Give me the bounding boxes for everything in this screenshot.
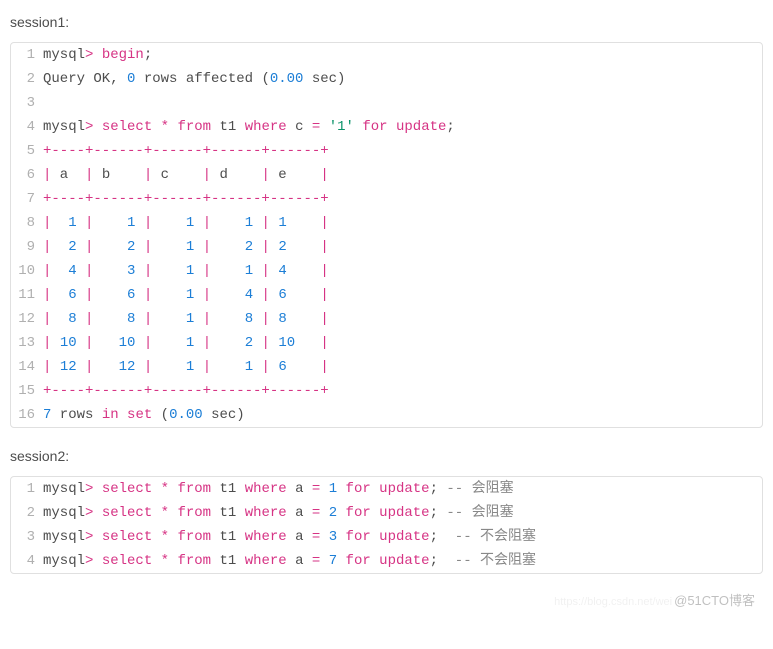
line-number: 4 <box>11 115 43 139</box>
code-content: | 8 | 8 | 1 | 8 | 8 | <box>43 307 762 331</box>
line-number: 4 <box>11 549 43 573</box>
line-number: 5 <box>11 139 43 163</box>
code-line: 5+----+------+------+------+------+ <box>11 139 762 163</box>
code-content: mysql> select * from t1 where a = 3 for … <box>43 525 762 549</box>
line-number: 7 <box>11 187 43 211</box>
code-line: 10| 4 | 3 | 1 | 1 | 4 | <box>11 259 762 283</box>
code-line: 4mysql> select * from t1 where c = '1' f… <box>11 115 762 139</box>
line-number: 10 <box>11 259 43 283</box>
code-content: mysql> select * from t1 where a = 1 for … <box>43 477 762 501</box>
line-number: 2 <box>11 501 43 525</box>
code-content: | 4 | 3 | 1 | 1 | 4 | <box>43 259 762 283</box>
code-line: 2Query OK, 0 rows affected (0.00 sec) <box>11 67 762 91</box>
line-number: 1 <box>11 43 43 67</box>
watermark-main-text: @51CTO博客 <box>674 593 755 608</box>
line-number: 16 <box>11 403 43 427</box>
code-line: 13| 10 | 10 | 1 | 2 | 10 | <box>11 331 762 355</box>
code-line: 3 <box>11 91 762 115</box>
code-line: 8| 1 | 1 | 1 | 1 | 1 | <box>11 211 762 235</box>
code-line: 167 rows in set (0.00 sec) <box>11 403 762 427</box>
session2-label: session2: <box>10 448 763 464</box>
code-content: | 1 | 1 | 1 | 1 | 1 | <box>43 211 762 235</box>
code-content: 7 rows in set (0.00 sec) <box>43 403 762 427</box>
code-content: | 10 | 10 | 1 | 2 | 10 | <box>43 331 762 355</box>
line-number: 3 <box>11 91 43 115</box>
code-line: 1mysql> select * from t1 where a = 1 for… <box>11 477 762 501</box>
code-line: 7+----+------+------+------+------+ <box>11 187 762 211</box>
code-line: 2mysql> select * from t1 where a = 2 for… <box>11 501 762 525</box>
code-content: | 2 | 2 | 1 | 2 | 2 | <box>43 235 762 259</box>
line-number: 2 <box>11 67 43 91</box>
code-line: 1mysql> begin; <box>11 43 762 67</box>
watermark-faint-text: https://blog.csdn.net/wei <box>554 596 672 608</box>
line-number: 13 <box>11 331 43 355</box>
session1-label: session1: <box>10 14 763 30</box>
code-content: +----+------+------+------+------+ <box>43 187 762 211</box>
line-number: 15 <box>11 379 43 403</box>
session2-code-block: 1mysql> select * from t1 where a = 1 for… <box>10 476 763 574</box>
watermark: https://blog.csdn.net/wei@51CTO博客 <box>10 590 763 609</box>
line-number: 1 <box>11 477 43 501</box>
line-number: 14 <box>11 355 43 379</box>
line-number: 11 <box>11 283 43 307</box>
code-line: 6| a | b | c | d | e | <box>11 163 762 187</box>
line-number: 6 <box>11 163 43 187</box>
code-line: 4mysql> select * from t1 where a = 7 for… <box>11 549 762 573</box>
code-content: | 6 | 6 | 1 | 4 | 6 | <box>43 283 762 307</box>
code-line: 9| 2 | 2 | 1 | 2 | 2 | <box>11 235 762 259</box>
line-number: 9 <box>11 235 43 259</box>
code-line: 11| 6 | 6 | 1 | 4 | 6 | <box>11 283 762 307</box>
line-number: 12 <box>11 307 43 331</box>
code-content: Query OK, 0 rows affected (0.00 sec) <box>43 67 762 91</box>
code-line: 3mysql> select * from t1 where a = 3 for… <box>11 525 762 549</box>
code-content: | a | b | c | d | e | <box>43 163 762 187</box>
code-content: mysql> select * from t1 where a = 7 for … <box>43 549 762 573</box>
code-content: mysql> select * from t1 where c = '1' fo… <box>43 115 762 139</box>
code-content: | 12 | 12 | 1 | 1 | 6 | <box>43 355 762 379</box>
code-line: 14| 12 | 12 | 1 | 1 | 6 | <box>11 355 762 379</box>
code-line: 12| 8 | 8 | 1 | 8 | 8 | <box>11 307 762 331</box>
code-content <box>43 91 762 115</box>
code-content: +----+------+------+------+------+ <box>43 139 762 163</box>
session1-code-block: 1mysql> begin;2Query OK, 0 rows affected… <box>10 42 763 428</box>
line-number: 8 <box>11 211 43 235</box>
code-content: mysql> select * from t1 where a = 2 for … <box>43 501 762 525</box>
code-line: 15+----+------+------+------+------+ <box>11 379 762 403</box>
code-content: +----+------+------+------+------+ <box>43 379 762 403</box>
line-number: 3 <box>11 525 43 549</box>
code-content: mysql> begin; <box>43 43 762 67</box>
